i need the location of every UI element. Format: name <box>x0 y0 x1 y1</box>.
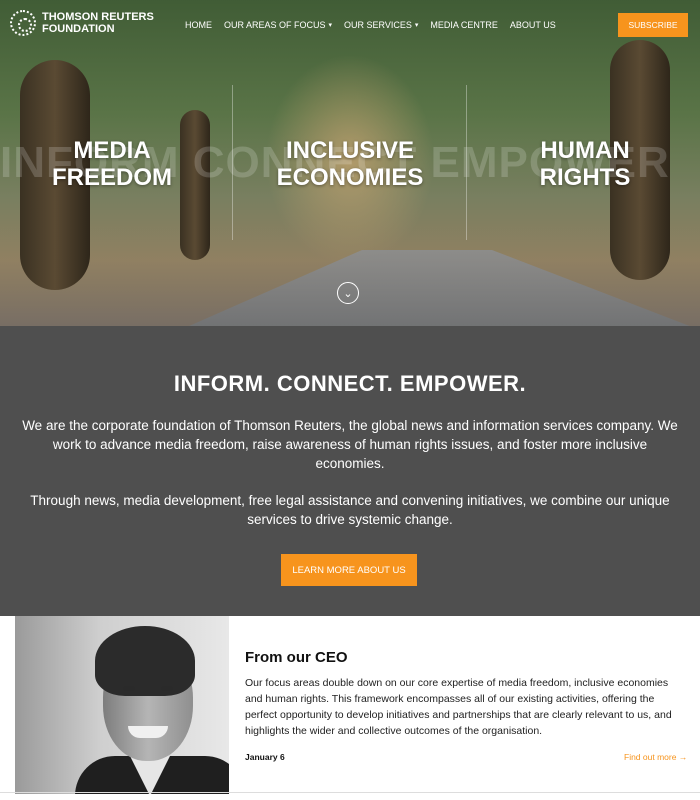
nav-item-about-us[interactable]: ABOUT US <box>510 20 556 30</box>
ceo-photo <box>15 616 229 794</box>
mission-section: INFORM. CONNECT. EMPOWER. We are the cor… <box>0 326 700 616</box>
nav-item-areas-of-focus[interactable]: OUR AREAS OF FOCUS ▾ <box>224 20 332 30</box>
nav-item-home[interactable]: HOME <box>185 20 212 30</box>
ceo-title: From our CEO <box>245 649 348 666</box>
mission-paragraph-1: We are the corporate foundation of Thoms… <box>22 418 678 471</box>
hero-banner: INFORM CONNECT EMPOWER THOMSON REUTERS F… <box>0 0 700 326</box>
mission-paragraph-2: Through news, media development, free le… <box>30 493 670 527</box>
mission-heading: INFORM. CONNECT. EMPOWER. <box>173 371 527 396</box>
logo-line-2: FOUNDATION <box>42 23 115 35</box>
logo-icon <box>10 10 36 36</box>
theme-inclusive-economies[interactable]: INCLUSIVE ECONOMIES <box>255 137 445 191</box>
panel-divider <box>466 85 467 240</box>
theme-media-freedom[interactable]: MEDIA FREEDOM <box>32 137 192 191</box>
find-out-more-link[interactable]: Find out more → <box>624 752 687 762</box>
ceo-date: January 6 <box>245 752 285 762</box>
theme-human-rights[interactable]: HUMAN RIGHTS <box>510 137 660 191</box>
scroll-down-icon[interactable]: ⌄ <box>337 282 359 304</box>
arrow-right-icon: → <box>678 752 688 762</box>
nav-item-media-centre[interactable]: MEDIA CENTRE <box>430 20 498 30</box>
ceo-section: From our CEO Our focus areas double down… <box>0 616 700 800</box>
nav-item-services[interactable]: OUR SERVICES ▾ <box>344 20 418 30</box>
top-navigation: THOMSON REUTERS FOUNDATION HOME OUR AREA… <box>0 0 700 50</box>
divider <box>0 792 700 793</box>
nav-menu: HOME OUR AREAS OF FOCUS ▾ OUR SERVICES ▾ M… <box>185 20 568 30</box>
ceo-body-text: Our focus areas double down on our core … <box>245 677 672 737</box>
subscribe-button[interactable]: SUBSCRIBE <box>618 13 688 37</box>
learn-more-button[interactable]: LEARN MORE ABOUT US <box>281 554 417 586</box>
chevron-down-icon: ▾ <box>328 22 333 29</box>
foundation-logo[interactable]: THOMSON REUTERS FOUNDATION <box>10 10 154 36</box>
logo-line-1: THOMSON REUTERS <box>42 11 154 23</box>
panel-divider <box>232 85 233 240</box>
chevron-down-icon: ▾ <box>414 22 419 29</box>
